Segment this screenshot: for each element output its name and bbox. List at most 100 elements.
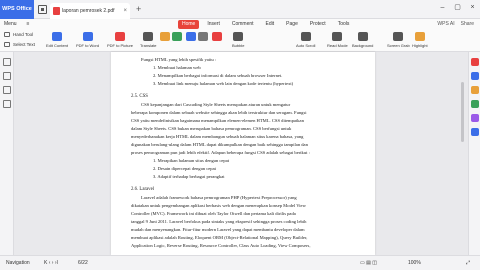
title-bar: WPS Office laporan pemrosek 2.pdf × + – … [0,0,480,19]
toolbar-tool[interactable] [172,32,182,50]
cursor-icon [4,42,10,47]
view-mode-buttons[interactable]: ▭ ▤ ◫ [360,260,377,267]
tool-label: Auto Scroll [296,43,316,48]
right-sidebar [468,52,480,255]
tab-home[interactable]: Home [178,20,200,29]
page-indicator[interactable]: 6/22 [78,260,88,267]
wps-ai-button[interactable]: WPS AI [437,21,454,27]
select-text-label: Select Text [13,42,35,47]
text-line: proses pemrograman pun jadi lebih efekti… [131,150,310,155]
share-icon[interactable] [471,128,479,136]
menu-button[interactable]: Menu [4,21,17,27]
new-tab-button[interactable]: + [136,4,141,14]
tool-icon [414,32,425,41]
fit-page-icon[interactable]: ⤢ [466,260,470,267]
bookmark-icon[interactable] [3,72,11,80]
tool-label: Highlight [412,43,428,48]
tool-label: PDF to Word [76,43,100,48]
toolbar-tool[interactable]: PDF to Picture [107,32,133,50]
text-line: 2. Menampilkan berbagai informasi di dal… [153,73,283,78]
thumbnails-icon[interactable] [3,58,11,66]
tool-icon [357,32,368,41]
main-menu: Menu ≡ [4,21,29,27]
sign-icon[interactable] [471,100,479,108]
select-text-tool[interactable]: Select Text [4,41,35,48]
text-line: digunakan berulang-ulang dalam HTML dapa… [131,142,308,147]
document-tab[interactable]: laporan pemrosek 2.pdf × [50,3,130,19]
tool-icon [115,32,125,41]
close-icon[interactable]: × [469,4,476,11]
toolbar-tool[interactable]: Bubble [232,32,244,50]
tab-close-icon[interactable]: × [123,3,127,19]
text-line: beberapa komponen dalam sebuah website s… [131,110,307,115]
menu-right: WPS AI Share [437,21,474,27]
tool-icon [393,32,404,41]
hand-tool-label: Hand Tool [13,32,34,37]
text-line: dikatakan untuk pengembangan aplikasi be… [131,203,306,208]
section-heading: 2.6. Laravel [131,187,155,192]
pdf-tool-icon[interactable] [471,58,479,66]
toolbar-tool[interactable]: Read Mode [327,32,348,50]
convert-icon[interactable] [471,86,479,94]
zoom-level[interactable]: 100% [408,260,421,267]
maximize-icon[interactable]: ▢ [454,4,461,11]
tab-tools[interactable]: Tools [334,20,354,29]
app-brand[interactable]: WPS Office [0,0,34,19]
minimize-icon[interactable]: – [439,4,446,11]
left-sidebar [0,52,14,255]
hamburger-icon[interactable]: ≡ [27,21,30,27]
ai-tool-icon[interactable] [471,72,479,80]
tool-label: PDF to Picture [107,43,134,48]
pdf-reader-app: WPS Office laporan pemrosek 2.pdf × + – … [0,0,480,270]
toolbar-tool[interactable]: Translate [140,32,157,50]
pdf-page: Fungsi HTML yang lebih spesifik yaitu : 1… [111,52,375,255]
tool-icon [332,32,343,41]
vertical-scrollbar[interactable] [460,52,465,255]
toolbar-tool[interactable] [186,32,196,50]
tool-label: Read Mode [327,43,348,48]
tab-edit[interactable]: Edit [262,20,279,29]
page-navigation[interactable]: K ‹ › ›I [44,260,58,267]
hand-tool[interactable]: Hand Tool [4,31,33,38]
text-line: Laravel adalah framework bahasa pemrogra… [141,195,297,200]
toolbar-tool[interactable]: Background [352,32,373,50]
tab-insert[interactable]: Insert [203,20,224,29]
toolbar-tool[interactable] [212,32,222,50]
scrollbar-thumb[interactable] [461,82,464,142]
status-bar: Navigation K ‹ › ›I 6/22 ▭ ▤ ◫ 100% ⤢ [0,255,480,270]
search-icon[interactable] [3,100,11,108]
tool-icon [143,32,154,41]
text-line: dalam Style Sheets. CSS bukan merupakan … [131,126,292,131]
tool-icon [198,32,208,41]
toolbar-tool[interactable]: Screen Grab [387,32,410,50]
tool-icon [300,32,311,41]
tool-icon [186,32,196,41]
tool-label: Edit Content [46,43,69,48]
tool-icon [52,32,62,41]
text-line: Fungsi HTML yang lebih spesifik yaitu : [141,57,217,62]
text-line: CSS kepanjangan dari Cascading Style She… [141,102,291,107]
toolbar-tool[interactable]: PDF to Word [76,32,99,50]
comment-icon[interactable] [3,86,11,94]
menu-bar: Menu ≡ Home Insert Comment Edit Page Pro… [0,19,480,30]
toolbar-tool[interactable]: Highlight [412,32,428,50]
compress-icon[interactable] [471,114,479,122]
tool-icon [212,32,222,41]
tool-icon [82,32,93,41]
share-button[interactable]: Share [461,21,474,27]
tab-protect[interactable]: Protect [306,20,330,29]
text-line: membuat aplikasi adalah Routing, Eloquen… [131,235,308,240]
tool-icon [160,32,170,41]
text-line: 3. Membuat link menuju halaman web lain … [153,81,294,86]
text-line: CSS yaitu mendefinisikan bagaimana menam… [131,118,304,123]
toolbar-tool[interactable]: Auto Scroll [296,32,315,50]
toolbar-tool[interactable]: Edit Content [46,32,68,50]
text-line: mudah dan menyenangkan. Fitur-fitur mode… [131,227,305,232]
home-icon[interactable] [38,5,47,14]
tool-label: Background [352,43,374,48]
toolbar-tool[interactable] [160,32,170,50]
navigation-button[interactable]: Navigation [6,260,30,267]
tab-comment[interactable]: Comment [228,20,258,29]
tab-page[interactable]: Page [282,20,302,29]
toolbar-tool[interactable] [198,32,208,50]
